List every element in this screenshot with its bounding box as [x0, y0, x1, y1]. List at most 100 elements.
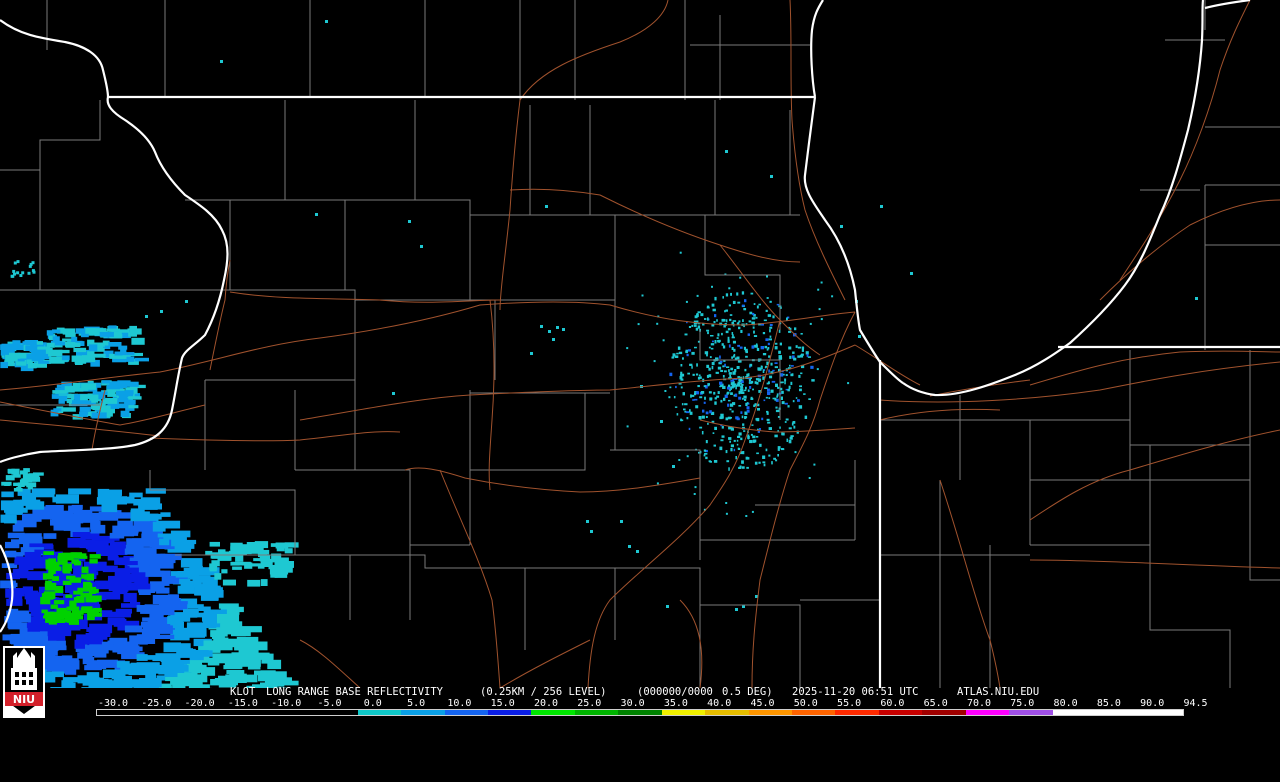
echo-pixel: [680, 374, 682, 377]
echo-pixel: [705, 351, 708, 354]
echo-pixel: [706, 330, 709, 332]
echo-pixel: [230, 562, 239, 566]
echo-pixel: [48, 568, 56, 574]
echo-pixel: [728, 328, 731, 330]
echo-pixel: [720, 439, 723, 441]
echo-pixel: [706, 412, 709, 415]
echo-pixel: [766, 397, 768, 399]
echo-pixel: [712, 366, 714, 369]
echo-pixel: [53, 336, 60, 342]
county-border: [880, 395, 1130, 480]
echo-pixel: [52, 394, 59, 399]
echo-pixel: [769, 376, 772, 379]
highway-line: [500, 640, 590, 688]
echo-pixel: [17, 260, 20, 263]
echo-pixel: [85, 328, 96, 334]
echo-pixel: [699, 427, 702, 429]
echo-pixel: [728, 369, 730, 372]
echo-pixel: [713, 309, 716, 312]
echo-pixel: [43, 533, 56, 539]
echo-pixel: [562, 328, 565, 331]
echo-pixel: [30, 341, 36, 346]
echo-pixel: [0, 362, 8, 368]
echo-pixel: [821, 318, 823, 320]
county-border: [470, 215, 780, 330]
echo-pixel: [626, 347, 628, 349]
scale-swatch: [97, 710, 140, 715]
echo-pixel: [128, 332, 137, 336]
echo-pixel: [668, 396, 670, 398]
echo-pixel: [752, 511, 754, 513]
echo-pixel: [220, 60, 223, 63]
echo-pixel: [217, 614, 239, 623]
echo-pixel: [724, 370, 727, 372]
echo-pixel: [702, 410, 704, 413]
echo-pixel: [733, 355, 735, 358]
scale-swatch: [271, 710, 314, 715]
state-border: [1205, 0, 1250, 8]
echo-pixel: [735, 456, 737, 459]
scale-swatch: [662, 710, 705, 715]
echo-pixel: [780, 373, 783, 376]
echo-pixel: [63, 564, 72, 572]
highway-line: [405, 468, 700, 492]
echo-pixel: [723, 375, 725, 378]
echo-pixel: [781, 432, 783, 435]
echo-pixel: [177, 643, 191, 649]
county-border: [690, 15, 810, 100]
scale-label: 35.0: [664, 698, 688, 709]
echo-pixel: [30, 263, 33, 266]
echo-pixel: [778, 448, 780, 451]
echo-pixel: [751, 322, 755, 325]
echo-pixel: [156, 625, 173, 634]
echo-pixel: [821, 282, 823, 284]
county-border: [470, 450, 700, 500]
echo-pixel: [41, 510, 57, 519]
scale-label: 94.5: [1183, 698, 1207, 709]
echo-pixel: [210, 542, 220, 547]
echo-pixel: [770, 175, 773, 178]
echo-pixel: [65, 386, 79, 391]
echo-pixel: [18, 482, 25, 487]
echo-pixel: [730, 368, 733, 371]
echo-pixel: [190, 650, 204, 660]
echo-pixel: [740, 438, 742, 441]
echo-pixel: [764, 387, 768, 389]
echo-pixel: [793, 426, 795, 429]
echo-pixel: [728, 337, 730, 340]
echo-pixel: [48, 558, 56, 566]
scale-label: 70.0: [967, 698, 991, 709]
echo-pixel: [722, 296, 724, 299]
echo-pixel: [764, 320, 767, 322]
echo-pixel: [784, 379, 786, 382]
echo-pixel: [732, 411, 734, 413]
reflectivity-echoes: [0, 20, 1198, 688]
scale-label: 75.0: [1010, 698, 1034, 709]
echo-pixel: [726, 366, 729, 368]
echo-pixel: [734, 440, 736, 442]
echo-pixel: [777, 304, 780, 306]
echo-pixel: [696, 374, 698, 376]
echo-pixel: [80, 407, 91, 412]
echo-pixel: [745, 403, 747, 406]
echo-pixel: [669, 373, 672, 376]
echo-pixel: [749, 364, 752, 367]
echo-pixel: [48, 647, 59, 651]
highway-line: [489, 300, 494, 490]
echo-pixel: [277, 566, 287, 572]
echo-pixel: [729, 304, 731, 306]
echo-pixel: [771, 390, 774, 393]
echo-pixel: [115, 584, 128, 594]
echo-pixel: [100, 332, 114, 337]
echo-pixel: [2, 344, 13, 348]
echo-pixel: [548, 330, 551, 333]
echo-pixel: [408, 220, 411, 223]
echo-pixel: [775, 346, 778, 349]
echo-pixel: [768, 370, 770, 373]
echo-pixel: [796, 345, 798, 348]
echo-pixel: [742, 319, 744, 322]
echo-pixel: [771, 363, 773, 366]
echo-pixel: [729, 344, 731, 347]
echo-pixel: [745, 356, 748, 358]
echo-pixel: [32, 623, 50, 631]
